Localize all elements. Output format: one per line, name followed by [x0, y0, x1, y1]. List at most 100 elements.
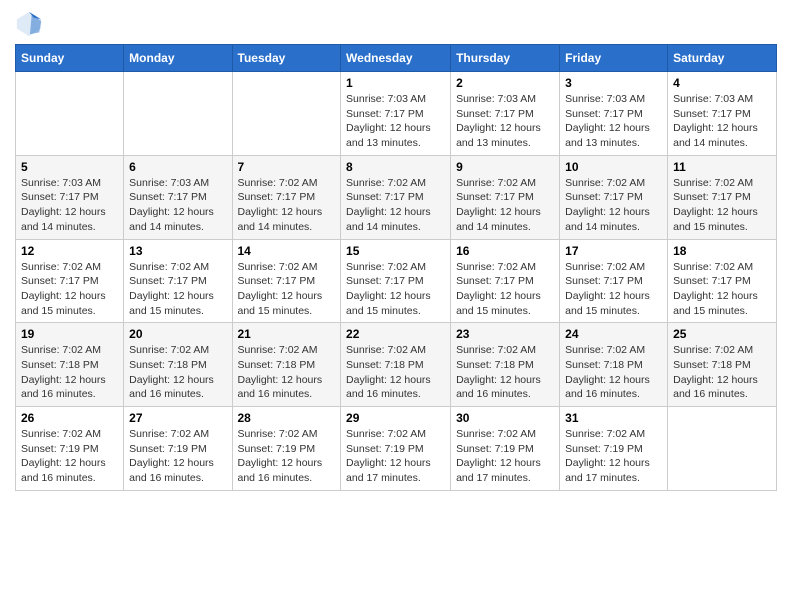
- day-info: Sunrise: 7:02 AM Sunset: 7:19 PM Dayligh…: [238, 427, 336, 486]
- day-info: Sunrise: 7:02 AM Sunset: 7:17 PM Dayligh…: [238, 260, 336, 319]
- day-number: 27: [129, 411, 226, 425]
- header-wednesday: Wednesday: [341, 45, 451, 72]
- calendar-cell: [16, 72, 124, 156]
- header-thursday: Thursday: [451, 45, 560, 72]
- calendar-cell: 10Sunrise: 7:02 AM Sunset: 7:17 PM Dayli…: [560, 155, 668, 239]
- day-info: Sunrise: 7:03 AM Sunset: 7:17 PM Dayligh…: [21, 176, 118, 235]
- day-number: 9: [456, 160, 554, 174]
- day-info: Sunrise: 7:02 AM Sunset: 7:18 PM Dayligh…: [346, 343, 445, 402]
- day-number: 23: [456, 327, 554, 341]
- day-info: Sunrise: 7:02 AM Sunset: 7:19 PM Dayligh…: [129, 427, 226, 486]
- calendar-cell: 31 Sunrise: 7:02 AM Sunset: 7:19 PM Dayli…: [560, 407, 668, 491]
- calendar-cell: 25Sunrise: 7:02 AM Sunset: 7:18 PM Dayli…: [668, 323, 777, 407]
- day-number: 8: [346, 160, 445, 174]
- calendar-header-row: SundayMondayTuesdayWednesdayThursdayFrid…: [16, 45, 777, 72]
- day-info: Sunrise: 7:02 AM Sunset: 7:18 PM Dayligh…: [456, 343, 554, 402]
- calendar-cell: 16 Sunrise: 7:02 AM Sunset: 7:17 PM Dayli…: [451, 239, 560, 323]
- day-info: Sunrise: 7:02 AM Sunset: 7:17 PM Dayligh…: [565, 176, 662, 235]
- calendar-cell: 23 Sunrise: 7:02 AM Sunset: 7:18 PM Dayli…: [451, 323, 560, 407]
- day-info: Sunrise: 7:02 AM Sunset: 7:17 PM Dayligh…: [238, 176, 336, 235]
- day-info: Sunrise: 7:02 AM Sunset: 7:17 PM Dayligh…: [456, 260, 554, 319]
- day-info: Sunrise: 7:03 AM Sunset: 7:17 PM Dayligh…: [346, 92, 445, 151]
- calendar-week-row: 19 Sunrise: 7:02 AM Sunset: 7:18 PM Dayli…: [16, 323, 777, 407]
- calendar-cell: 21 Sunrise: 7:02 AM Sunset: 7:18 PM Dayli…: [232, 323, 341, 407]
- calendar-cell: 13Sunrise: 7:02 AM Sunset: 7:17 PM Dayli…: [124, 239, 232, 323]
- day-number: 3: [565, 76, 662, 90]
- day-info: Sunrise: 7:02 AM Sunset: 7:18 PM Dayligh…: [129, 343, 226, 402]
- day-number: 29: [346, 411, 445, 425]
- day-number: 28: [238, 411, 336, 425]
- day-number: 13: [129, 244, 226, 258]
- calendar-cell: 3 Sunrise: 7:03 AM Sunset: 7:17 PM Daylig…: [560, 72, 668, 156]
- day-info: Sunrise: 7:02 AM Sunset: 7:18 PM Dayligh…: [565, 343, 662, 402]
- calendar-cell: 29 Sunrise: 7:02 AM Sunset: 7:19 PM Dayli…: [341, 407, 451, 491]
- calendar-cell: [124, 72, 232, 156]
- calendar-cell: 8 Sunrise: 7:02 AM Sunset: 7:17 PM Daylig…: [341, 155, 451, 239]
- calendar-cell: 11Sunrise: 7:02 AM Sunset: 7:17 PM Dayli…: [668, 155, 777, 239]
- day-number: 24: [565, 327, 662, 341]
- calendar-cell: 17 Sunrise: 7:02 AM Sunset: 7:17 PM Dayli…: [560, 239, 668, 323]
- calendar-cell: 14 Sunrise: 7:02 AM Sunset: 7:17 PM Dayli…: [232, 239, 341, 323]
- calendar-cell: 2Sunrise: 7:03 AM Sunset: 7:17 PM Daylig…: [451, 72, 560, 156]
- day-number: 19: [21, 327, 118, 341]
- day-info: Sunrise: 7:02 AM Sunset: 7:19 PM Dayligh…: [346, 427, 445, 486]
- day-number: 11: [673, 160, 771, 174]
- day-info: Sunrise: 7:02 AM Sunset: 7:18 PM Dayligh…: [21, 343, 118, 402]
- logo: [15, 10, 47, 38]
- day-info: Sunrise: 7:02 AM Sunset: 7:19 PM Dayligh…: [565, 427, 662, 486]
- day-number: 4: [673, 76, 771, 90]
- calendar-cell: 27 Sunrise: 7:02 AM Sunset: 7:19 PM Dayli…: [124, 407, 232, 491]
- header-tuesday: Tuesday: [232, 45, 341, 72]
- logo-icon: [15, 10, 43, 38]
- day-number: 7: [238, 160, 336, 174]
- calendar-week-row: 1Sunrise: 7:03 AM Sunset: 7:17 PM Daylig…: [16, 72, 777, 156]
- calendar-cell: 30 Sunrise: 7:02 AM Sunset: 7:19 PM Dayli…: [451, 407, 560, 491]
- day-number: 30: [456, 411, 554, 425]
- calendar-cell: 20 Sunrise: 7:02 AM Sunset: 7:18 PM Dayli…: [124, 323, 232, 407]
- header-monday: Monday: [124, 45, 232, 72]
- day-info: Sunrise: 7:02 AM Sunset: 7:17 PM Dayligh…: [346, 260, 445, 319]
- day-number: 6: [129, 160, 226, 174]
- header-saturday: Saturday: [668, 45, 777, 72]
- day-info: Sunrise: 7:03 AM Sunset: 7:17 PM Dayligh…: [565, 92, 662, 151]
- day-info: Sunrise: 7:02 AM Sunset: 7:17 PM Dayligh…: [565, 260, 662, 319]
- day-info: Sunrise: 7:02 AM Sunset: 7:18 PM Dayligh…: [238, 343, 336, 402]
- day-info: Sunrise: 7:02 AM Sunset: 7:17 PM Dayligh…: [346, 176, 445, 235]
- day-info: Sunrise: 7:02 AM Sunset: 7:17 PM Dayligh…: [21, 260, 118, 319]
- day-info: Sunrise: 7:03 AM Sunset: 7:17 PM Dayligh…: [129, 176, 226, 235]
- calendar-cell: 22Sunrise: 7:02 AM Sunset: 7:18 PM Dayli…: [341, 323, 451, 407]
- day-number: 2: [456, 76, 554, 90]
- calendar-cell: 7 Sunrise: 7:02 AM Sunset: 7:17 PM Daylig…: [232, 155, 341, 239]
- calendar-cell: 24 Sunrise: 7:02 AM Sunset: 7:18 PM Dayli…: [560, 323, 668, 407]
- day-number: 5: [21, 160, 118, 174]
- day-number: 31: [565, 411, 662, 425]
- calendar-week-row: 26Sunrise: 7:02 AM Sunset: 7:19 PM Dayli…: [16, 407, 777, 491]
- calendar-cell: [232, 72, 341, 156]
- header-friday: Friday: [560, 45, 668, 72]
- day-info: Sunrise: 7:02 AM Sunset: 7:17 PM Dayligh…: [456, 176, 554, 235]
- calendar-week-row: 5 Sunrise: 7:03 AM Sunset: 7:17 PM Daylig…: [16, 155, 777, 239]
- calendar-cell: 15Sunrise: 7:02 AM Sunset: 7:17 PM Dayli…: [341, 239, 451, 323]
- day-number: 16: [456, 244, 554, 258]
- header: [15, 10, 777, 38]
- calendar-cell: 4 Sunrise: 7:03 AM Sunset: 7:17 PM Daylig…: [668, 72, 777, 156]
- day-number: 25: [673, 327, 771, 341]
- day-info: Sunrise: 7:03 AM Sunset: 7:17 PM Dayligh…: [673, 92, 771, 151]
- calendar-cell: 18Sunrise: 7:02 AM Sunset: 7:17 PM Dayli…: [668, 239, 777, 323]
- day-info: Sunrise: 7:02 AM Sunset: 7:19 PM Dayligh…: [456, 427, 554, 486]
- day-number: 12: [21, 244, 118, 258]
- day-number: 21: [238, 327, 336, 341]
- calendar-table: SundayMondayTuesdayWednesdayThursdayFrid…: [15, 44, 777, 491]
- day-number: 18: [673, 244, 771, 258]
- day-info: Sunrise: 7:02 AM Sunset: 7:19 PM Dayligh…: [21, 427, 118, 486]
- calendar-cell: 26Sunrise: 7:02 AM Sunset: 7:19 PM Dayli…: [16, 407, 124, 491]
- calendar-cell: 1Sunrise: 7:03 AM Sunset: 7:17 PM Daylig…: [341, 72, 451, 156]
- calendar-cell: 9 Sunrise: 7:02 AM Sunset: 7:17 PM Daylig…: [451, 155, 560, 239]
- header-sunday: Sunday: [16, 45, 124, 72]
- day-number: 17: [565, 244, 662, 258]
- day-number: 20: [129, 327, 226, 341]
- day-number: 14: [238, 244, 336, 258]
- calendar-cell: 28 Sunrise: 7:02 AM Sunset: 7:19 PM Dayli…: [232, 407, 341, 491]
- calendar-cell: 19 Sunrise: 7:02 AM Sunset: 7:18 PM Dayli…: [16, 323, 124, 407]
- calendar-cell: 12 Sunrise: 7:02 AM Sunset: 7:17 PM Dayli…: [16, 239, 124, 323]
